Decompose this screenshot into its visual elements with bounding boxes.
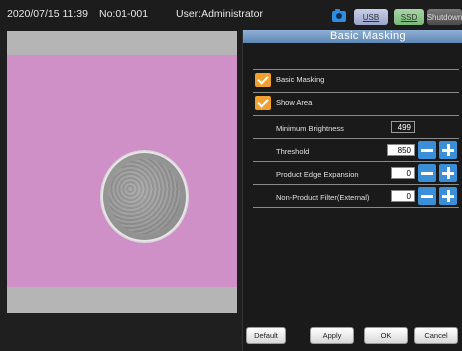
ok-button[interactable]: OK [364,327,408,344]
threshold-minus-button[interactable] [418,141,436,159]
product-edge-plus-button[interactable] [439,164,457,182]
user-label: User:Administrator [176,8,263,20]
threshold-input[interactable]: 850 [387,144,415,156]
checkbox-checked-icon[interactable] [255,96,271,110]
show-area-checkbox[interactable]: Show Area [253,95,459,113]
divider [253,92,459,93]
camera-icon[interactable] [332,9,346,22]
product-edge-minus-button[interactable] [418,164,436,182]
image-preview[interactable] [7,31,237,313]
basic-masking-checkbox[interactable]: Basic Masking [253,72,459,90]
threshold-label: Threshold [276,147,310,156]
default-button[interactable]: Default [246,327,286,344]
non-product-filter-input[interactable]: 0 [391,190,415,202]
checkbox-label: Show Area [276,98,313,107]
masking-area [7,55,237,287]
non-product-filter-plus-button[interactable] [439,187,457,205]
divider [253,161,459,162]
threshold-plus-button[interactable] [439,141,457,159]
status-bar: 2020/07/15 11:39 No:01-001 User:Administ… [0,0,462,30]
ssd-button[interactable]: SSD [394,9,424,25]
product-disk-image [101,151,188,242]
divider [253,115,459,116]
cancel-button[interactable]: Cancel [414,327,458,344]
checkbox-checked-icon[interactable] [255,73,271,87]
settings-panel: Basic Masking Basic Masking Show Area Mi… [242,30,462,351]
date-time: 2020/07/15 11:39 [7,8,88,20]
checkbox-label: Basic Masking [276,75,325,84]
minimum-brightness-label: Minimum Brightness [276,124,344,133]
shutdown-button[interactable]: Shutdown [427,9,462,25]
product-edge-expansion-label: Product Edge Expansion [276,170,359,179]
product-edge-expansion-input[interactable]: 0 [391,167,415,179]
product-number: No:01-001 [99,8,149,20]
divider [253,207,459,208]
non-product-filter-label: Non-Product Filter(External) [276,193,370,202]
panel-title: Basic Masking [243,30,462,43]
minimum-brightness-value: 499 [391,121,415,133]
usb-button[interactable]: USB [354,9,388,25]
divider [253,184,459,185]
non-product-filter-minus-button[interactable] [418,187,436,205]
apply-button[interactable]: Apply [310,327,354,344]
divider [253,69,459,70]
divider [253,138,459,139]
